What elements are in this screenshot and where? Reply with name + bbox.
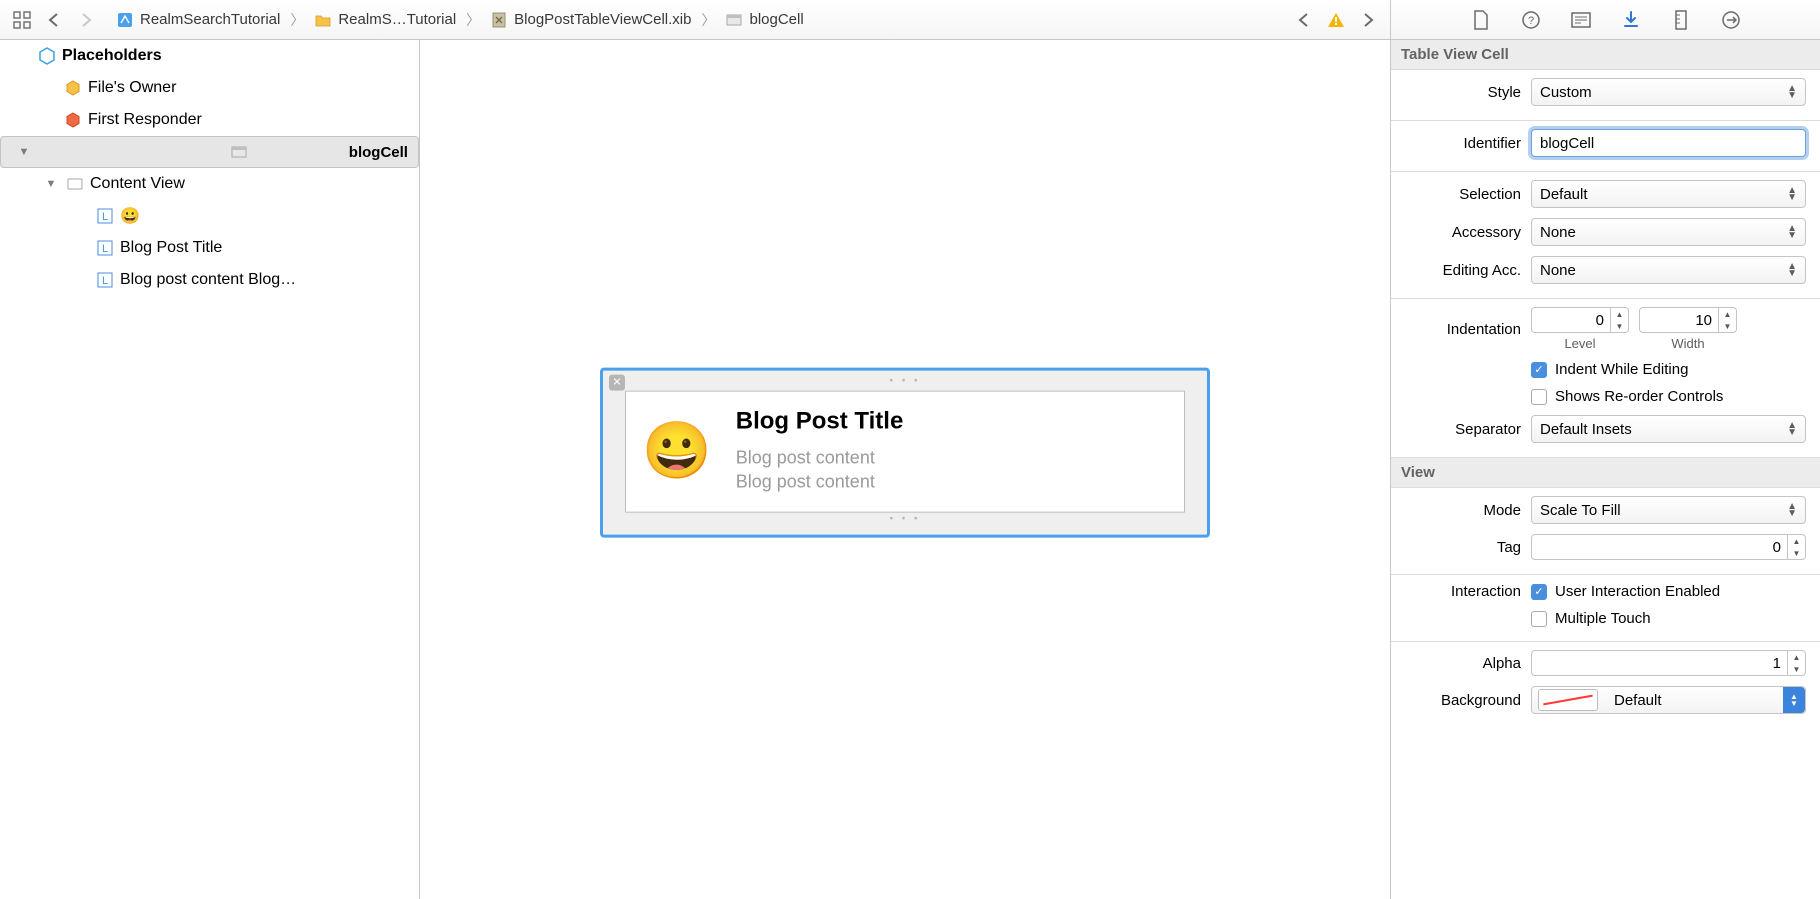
cube-red-icon: [64, 111, 82, 129]
style-label: Style: [1401, 84, 1521, 101]
disclosure-triangle-icon[interactable]: ▼: [17, 146, 31, 158]
placeholders-header: Placeholders: [62, 47, 162, 65]
background-select[interactable]: Default ▲▼: [1531, 686, 1806, 714]
outline-blogcell[interactable]: ▼ blogCell: [0, 136, 419, 168]
nav-back-icon[interactable]: [42, 8, 66, 32]
placeholders-icon: [38, 47, 56, 65]
close-icon[interactable]: ✕: [609, 374, 625, 390]
outline-first-responder[interactable]: First Responder: [0, 104, 419, 136]
alpha-stepper[interactable]: ▲▼: [1531, 650, 1806, 676]
indent-width-stepper[interactable]: ▲▼: [1639, 307, 1737, 333]
view-rect-icon: [66, 175, 84, 193]
chevron-updown-icon: ▲▼: [1787, 85, 1797, 99]
background-label: Background: [1401, 692, 1521, 709]
cube-icon: [64, 79, 82, 97]
label-icon: L: [96, 207, 114, 225]
svg-text:L: L: [102, 211, 108, 223]
multiple-touch-checkbox[interactable]: Multiple Touch: [1531, 610, 1651, 627]
attributes-inspector-icon[interactable]: [1620, 9, 1642, 31]
related-items-icon[interactable]: [10, 8, 34, 32]
style-select[interactable]: Custom▲▼: [1531, 78, 1806, 106]
crumb-project: RealmSearchTutorial: [140, 11, 280, 28]
section-view: View: [1391, 458, 1820, 488]
attributes-inspector-panel: Table View Cell Style Custom▲▼ Identifie…: [1390, 40, 1820, 899]
identifier-field[interactable]: [1531, 129, 1806, 157]
size-inspector-icon[interactable]: [1670, 9, 1692, 31]
resize-handle-bottom[interactable]: • • •: [607, 513, 1203, 527]
canvas-emoji-label[interactable]: 😀: [642, 422, 712, 478]
project-icon: [116, 11, 134, 29]
canvas-content-label[interactable]: Blog post content Blog post content: [736, 445, 904, 494]
outline-label-emoji[interactable]: L 😀: [0, 200, 419, 232]
color-swatch-icon: [1538, 689, 1598, 711]
chevron-right-icon: 〉: [462, 10, 484, 30]
label-icon: L: [96, 239, 114, 257]
tag-label: Tag: [1401, 539, 1521, 556]
accessory-select[interactable]: None▲▼: [1531, 218, 1806, 246]
user-interaction-checkbox[interactable]: ✓User Interaction Enabled: [1531, 583, 1720, 600]
interface-builder-canvas[interactable]: ✕ • • • 😀 Blog Post Title Blog post cont…: [420, 40, 1390, 899]
tablecell-icon: [230, 143, 248, 161]
file-inspector-icon[interactable]: [1470, 9, 1492, 31]
history-back-icon[interactable]: [1292, 8, 1316, 32]
help-inspector-icon[interactable]: ?: [1520, 9, 1542, 31]
separator-select[interactable]: Default Insets▲▼: [1531, 415, 1806, 443]
resize-handle-top[interactable]: • • •: [607, 374, 1203, 388]
breadcrumb[interactable]: RealmSearchTutorial 〉 RealmS…Tutorial 〉 …: [108, 0, 812, 39]
connections-inspector-icon[interactable]: [1720, 9, 1742, 31]
history-forward-icon[interactable]: [1356, 8, 1380, 32]
view-icon: [725, 11, 743, 29]
svg-text:L: L: [102, 275, 108, 287]
crumb-file: BlogPostTableViewCell.xib: [514, 11, 691, 28]
indentation-label: Indentation: [1401, 321, 1521, 338]
svg-text:L: L: [102, 243, 108, 255]
identity-inspector-icon[interactable]: [1570, 9, 1592, 31]
alpha-label: Alpha: [1401, 655, 1521, 672]
separator-label: Separator: [1401, 421, 1521, 438]
outline-files-owner[interactable]: File's Owner: [0, 72, 419, 104]
accessory-label: Accessory: [1401, 224, 1521, 241]
outline-content-view[interactable]: ▼ Content View: [0, 168, 419, 200]
crumb-folder: RealmS…Tutorial: [338, 11, 456, 28]
indent-level-stepper[interactable]: ▲▼: [1531, 307, 1629, 333]
mode-label: Mode: [1401, 502, 1521, 519]
selection-label: Selection: [1401, 186, 1521, 203]
mode-select[interactable]: Scale To Fill▲▼: [1531, 496, 1806, 524]
editing-acc-select[interactable]: None▲▼: [1531, 256, 1806, 284]
svg-text:?: ?: [1527, 15, 1533, 27]
nav-forward-icon[interactable]: [74, 8, 98, 32]
outline-label-content[interactable]: L Blog post content Blog…: [0, 264, 419, 296]
editing-acc-label: Editing Acc.: [1401, 262, 1521, 279]
tag-stepper[interactable]: ▲▼: [1531, 534, 1806, 560]
identifier-label: Identifier: [1401, 135, 1521, 152]
outline-label-title[interactable]: L Blog Post Title: [0, 232, 419, 264]
chevron-right-icon: 〉: [286, 10, 308, 30]
document-outline[interactable]: Placeholders File's Owner First Responde…: [0, 40, 420, 899]
interaction-label: Interaction: [1401, 583, 1521, 600]
xib-file-icon: [490, 11, 508, 29]
canvas-content-view[interactable]: 😀 Blog Post Title Blog post content Blog…: [625, 390, 1185, 513]
chevron-updown-icon: ▲▼: [1783, 687, 1805, 713]
selection-select[interactable]: Default▲▼: [1531, 180, 1806, 208]
canvas-title-label[interactable]: Blog Post Title: [736, 407, 904, 435]
chevron-right-icon: 〉: [697, 10, 719, 30]
canvas-tablecell[interactable]: ✕ • • • 😀 Blog Post Title Blog post cont…: [600, 367, 1210, 538]
crumb-object: blogCell: [749, 11, 803, 28]
warning-icon[interactable]: [1324, 8, 1348, 32]
shows-reorder-checkbox[interactable]: Shows Re-order Controls: [1531, 388, 1723, 405]
folder-icon: [314, 11, 332, 29]
section-tableviewcell: Table View Cell: [1391, 40, 1820, 70]
label-icon: L: [96, 271, 114, 289]
disclosure-triangle-icon[interactable]: ▼: [44, 178, 58, 190]
indent-while-editing-checkbox[interactable]: ✓Indent While Editing: [1531, 361, 1688, 378]
